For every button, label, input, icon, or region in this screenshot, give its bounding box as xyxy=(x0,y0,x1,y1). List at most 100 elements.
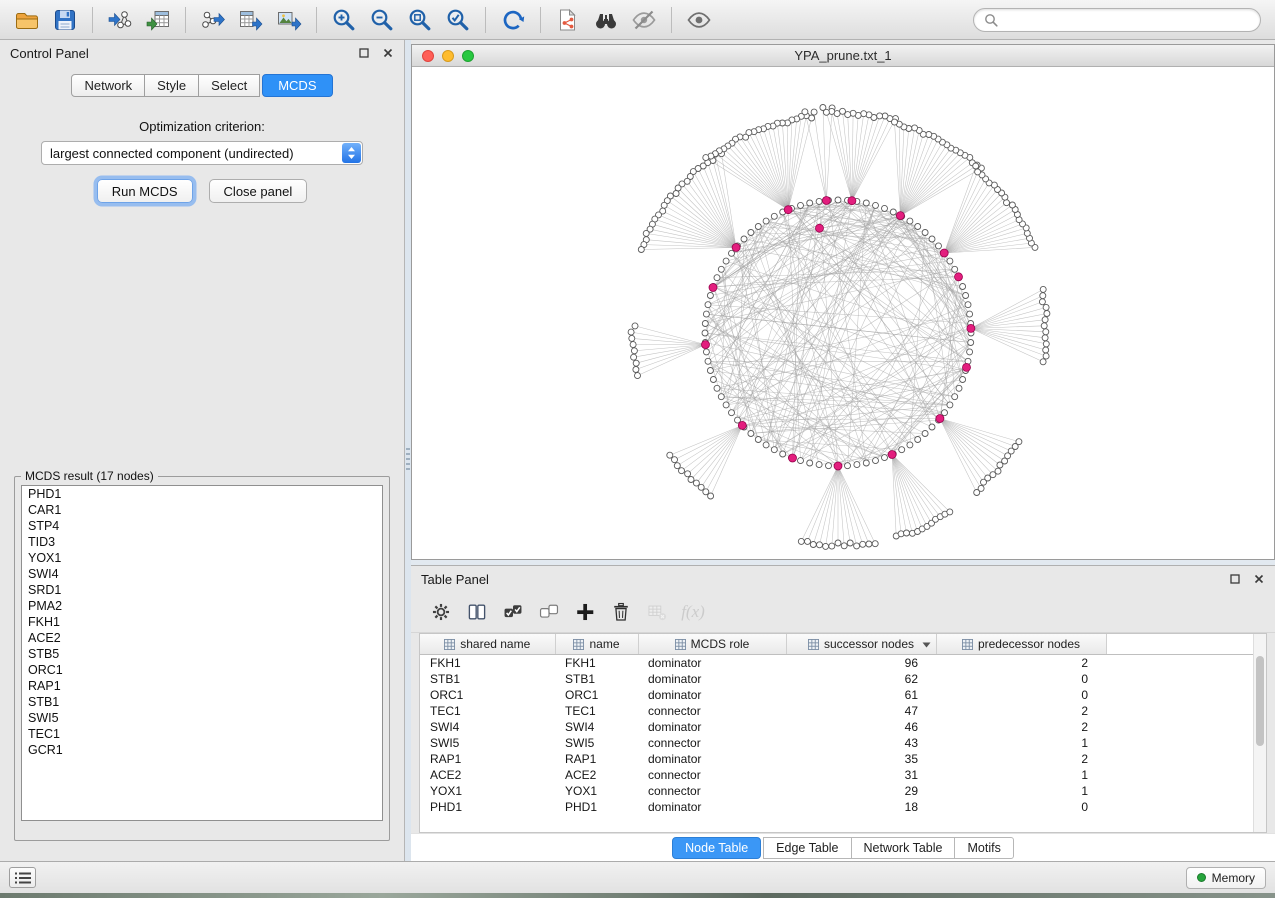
export-publication-button[interactable] xyxy=(549,3,587,37)
network-node[interactable] xyxy=(705,358,711,364)
cell-name[interactable]: RAP1 xyxy=(555,751,638,767)
network-node[interactable] xyxy=(841,543,847,549)
network-node[interactable] xyxy=(965,302,971,308)
cell-mcds-role[interactable]: dominator xyxy=(638,799,786,815)
network-node[interactable] xyxy=(956,385,962,391)
tab-select[interactable]: Select xyxy=(198,74,260,97)
cell-name[interactable]: STB1 xyxy=(555,671,638,687)
cell-mcds-role[interactable]: connector xyxy=(638,703,786,719)
network-node[interactable] xyxy=(1040,293,1046,299)
table-row[interactable]: YOX1YOX1connector291 xyxy=(420,783,1266,799)
network-node[interactable] xyxy=(912,125,918,131)
cell-predecessor-nodes[interactable]: 0 xyxy=(936,687,1106,703)
network-node[interactable] xyxy=(718,266,724,272)
cell-name[interactable]: PHD1 xyxy=(555,799,638,815)
float-table-panel-button[interactable] xyxy=(1229,573,1241,585)
network-dominator-node[interactable] xyxy=(936,415,944,423)
network-node[interactable] xyxy=(631,354,637,360)
mcds-result-item[interactable]: TID3 xyxy=(22,534,382,550)
network-node[interactable] xyxy=(802,109,808,115)
network-node[interactable] xyxy=(847,540,853,546)
cell-shared-name[interactable]: ACE2 xyxy=(420,767,555,783)
network-node[interactable] xyxy=(1043,347,1049,353)
cell-mcds-role[interactable]: dominator xyxy=(638,655,786,672)
cell-predecessor-nodes[interactable]: 1 xyxy=(936,735,1106,751)
network-node[interactable] xyxy=(1043,304,1049,310)
column-header-name[interactable]: name xyxy=(555,634,638,655)
network-node[interactable] xyxy=(708,493,714,499)
mcds-result-item[interactable]: STB1 xyxy=(22,694,382,710)
network-node[interactable] xyxy=(882,205,888,211)
network-dominator-node[interactable] xyxy=(702,341,710,349)
cell-shared-name[interactable]: FKH1 xyxy=(420,655,555,672)
network-node[interactable] xyxy=(947,258,953,264)
network-node[interactable] xyxy=(748,230,754,236)
mcds-result-item[interactable]: SRD1 xyxy=(22,582,382,598)
create-new-column-button[interactable] xyxy=(569,596,601,628)
cell-predecessor-nodes[interactable]: 0 xyxy=(936,799,1106,815)
function-builder-button[interactable]: f(x) xyxy=(677,596,709,628)
column-header-predecessor-nodes[interactable]: predecessor nodes xyxy=(936,634,1106,655)
window-zoom-button[interactable] xyxy=(462,50,474,62)
network-dominator-node[interactable] xyxy=(784,206,792,214)
network-node[interactable] xyxy=(922,230,928,236)
network-node[interactable] xyxy=(771,447,777,453)
table-row[interactable]: ACE2ACE2connector311 xyxy=(420,767,1266,783)
network-node[interactable] xyxy=(755,437,761,443)
network-node[interactable] xyxy=(1043,353,1049,359)
cell-successor-nodes[interactable]: 43 xyxy=(786,735,936,751)
cell-predecessor-nodes[interactable]: 1 xyxy=(936,783,1106,799)
cell-shared-name[interactable]: YOX1 xyxy=(420,783,555,799)
network-node[interactable] xyxy=(798,202,804,208)
cell-shared-name[interactable]: STB1 xyxy=(420,671,555,687)
select-all-columns-button[interactable] xyxy=(497,596,529,628)
open-session-button[interactable] xyxy=(8,3,46,37)
network-dominator-node[interactable] xyxy=(963,363,971,371)
network-window-titlebar[interactable]: YPA_prune.txt_1 xyxy=(412,45,1274,67)
cell-mcds-role[interactable]: dominator xyxy=(638,687,786,703)
network-node[interactable] xyxy=(942,410,948,416)
network-node[interactable] xyxy=(866,541,872,547)
network-dominator-node[interactable] xyxy=(896,212,904,220)
find-in-network-button[interactable] xyxy=(587,3,625,37)
network-node[interactable] xyxy=(1039,299,1045,305)
network-node[interactable] xyxy=(707,293,713,299)
export-table-button[interactable] xyxy=(232,3,270,37)
tab-mcds[interactable]: MCDS xyxy=(262,74,332,97)
network-node[interactable] xyxy=(1041,323,1047,329)
network-node[interactable] xyxy=(995,468,1001,474)
column-header-shared-name[interactable]: shared name xyxy=(420,634,555,655)
network-node[interactable] xyxy=(952,394,958,400)
network-node[interactable] xyxy=(835,540,841,546)
network-node[interactable] xyxy=(947,402,953,408)
network-node[interactable] xyxy=(810,542,816,548)
network-node[interactable] xyxy=(907,442,913,448)
cell-shared-name[interactable]: RAP1 xyxy=(420,751,555,767)
cell-name[interactable]: FKH1 xyxy=(555,655,638,672)
network-node[interactable] xyxy=(1042,335,1048,341)
network-dominator-node[interactable] xyxy=(967,324,975,332)
mcds-result-item[interactable]: RAP1 xyxy=(22,678,382,694)
network-node[interactable] xyxy=(1009,202,1015,208)
cell-mcds-role[interactable]: dominator xyxy=(638,719,786,735)
network-node[interactable] xyxy=(854,543,860,549)
network-node[interactable] xyxy=(975,169,981,175)
network-node[interactable] xyxy=(1043,329,1049,335)
save-session-button[interactable] xyxy=(46,3,84,37)
network-node[interactable] xyxy=(705,302,711,308)
cell-successor-nodes[interactable]: 47 xyxy=(786,703,936,719)
network-node[interactable] xyxy=(963,293,969,299)
network-node[interactable] xyxy=(702,321,708,327)
zoom-out-button[interactable] xyxy=(363,3,401,37)
tab-edge-table[interactable]: Edge Table xyxy=(763,837,851,859)
network-node[interactable] xyxy=(915,437,921,443)
network-node[interactable] xyxy=(960,377,966,383)
cell-successor-nodes[interactable]: 35 xyxy=(786,751,936,767)
zoom-selected-region-button[interactable] xyxy=(439,3,477,37)
table-row[interactable]: FKH1FKH1dominator962 xyxy=(420,655,1266,672)
network-dominator-node[interactable] xyxy=(848,197,856,205)
network-node[interactable] xyxy=(1040,359,1046,365)
cell-predecessor-nodes[interactable]: 0 xyxy=(936,671,1106,687)
network-node[interactable] xyxy=(698,484,704,490)
network-node[interactable] xyxy=(860,541,866,547)
